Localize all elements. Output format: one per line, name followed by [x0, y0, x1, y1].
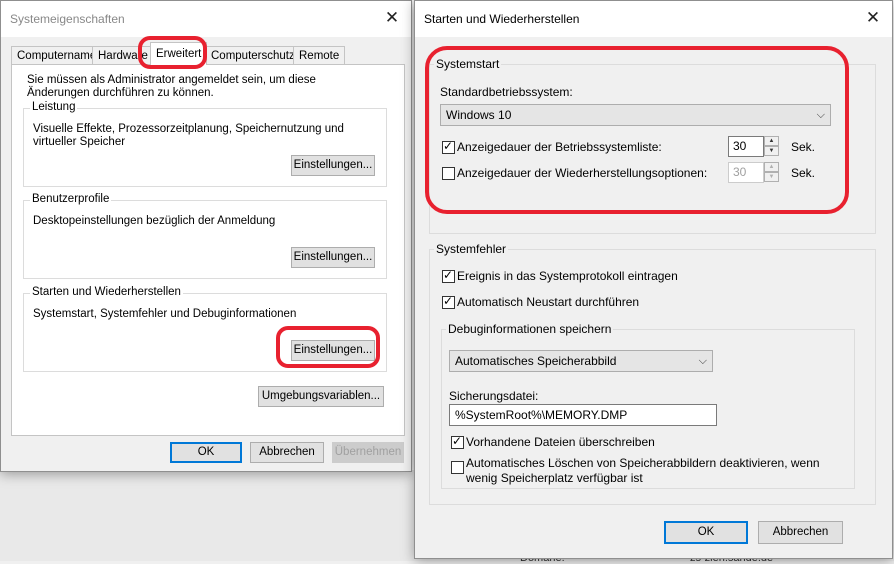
systemstart-group: Systemstart Standardbetriebssystem: Wind… [429, 57, 876, 234]
systemfehler-group: Systemfehler ✓ Ereignis in das Systempro… [429, 242, 876, 505]
disable-auto-delete-label-line2: wenig Speicherplatz verfügbar ist [466, 471, 643, 485]
show-os-list-label: Anzeigedauer der Betriebssystemliste: [457, 140, 662, 154]
performance-settings-button[interactable]: Einstellungen... [291, 155, 375, 176]
systemstart-title: Systemstart [434, 57, 502, 71]
log-event-label: Ereignis in das Systemprotokoll eintrage… [457, 269, 678, 283]
show-os-list-checkbox[interactable]: ✓ [442, 139, 455, 154]
systemfehler-title: Systemfehler [434, 242, 509, 256]
title-bar: Starten und Wiederherstellen ✕ [415, 1, 892, 37]
dialog-title: Starten und Wiederherstellen [424, 12, 580, 26]
overwrite-label: Vorhandene Dateien überschreiben [466, 435, 655, 449]
dump-file-input[interactable]: %SystemRoot%\MEMORY.DMP [449, 404, 717, 426]
group-leistung: Leistung Visuelle Effekte, Prozessorzeit… [23, 101, 387, 187]
profile-settings-button[interactable]: Einstellungen... [291, 247, 375, 268]
checkmark-icon: ✓ [452, 434, 463, 448]
close-icon[interactable]: ✕ [383, 9, 401, 27]
ok-button[interactable]: OK [170, 442, 242, 463]
cancel-button[interactable]: Abbrechen [250, 442, 324, 463]
ok-button[interactable]: OK [664, 521, 748, 544]
cancel-button[interactable]: Abbrechen [758, 521, 843, 544]
environment-variables-button[interactable]: Umgebungsvariablen... [258, 386, 384, 407]
disable-auto-delete-checkbox[interactable] [451, 461, 464, 474]
debug-type-value: Automatisches Speicherabbild [455, 354, 617, 368]
auto-restart-label: Automatisch Neustart durchführen [457, 295, 640, 309]
spinner-down-icon[interactable]: ▼ [764, 172, 779, 182]
auto-restart-checkbox[interactable]: ✓ [442, 294, 455, 309]
group-title: Benutzerprofile [30, 193, 112, 205]
startup-recovery-dialog: Starten und Wiederherstellen ✕ Systemsta… [414, 0, 893, 559]
window-title: Systemeigenschaften [10, 12, 125, 26]
group-description: Desktopeinstellungen bezüglich der Anmel… [33, 215, 276, 227]
show-os-list-seconds-input[interactable]: 30 [728, 136, 764, 157]
checkmark-icon: ✓ [443, 294, 454, 308]
show-os-list-spinner[interactable]: ▲ ▼ [764, 136, 779, 157]
group-title: Starten und Wiederherstellen [30, 286, 183, 298]
spinner-down-icon[interactable]: ▼ [764, 146, 779, 156]
dump-file-label: Sicherungsdatei: [449, 389, 539, 403]
close-icon[interactable]: ✕ [864, 9, 882, 27]
chevron-down-icon: ⌵ [816, 109, 825, 121]
checkmark-icon: ✓ [443, 139, 454, 153]
group-title: Leistung [30, 101, 78, 113]
spinner-up-icon[interactable]: ▲ [764, 162, 779, 172]
show-recovery-seconds-input[interactable]: 30 [728, 162, 764, 183]
tab-hardware[interactable]: Hardware [92, 46, 154, 65]
show-recovery-label: Anzeigedauer der Wiederherstellungsoptio… [457, 166, 708, 180]
system-properties-window: Systemeigenschaften ✕ Computername Hardw… [0, 0, 412, 472]
group-starten-wiederherstellen: Starten und Wiederherstellen Systemstart… [23, 286, 387, 372]
log-event-checkbox[interactable]: ✓ [442, 268, 455, 283]
group-description: Visuelle Effekte, Prozessorzeitplanung, … [33, 123, 344, 148]
default-os-label: Standardbetriebssystem: [440, 85, 573, 99]
show-recovery-checkbox[interactable] [442, 167, 455, 180]
debug-info-group: Debuginformationen speichern Automatisch… [441, 322, 855, 489]
tab-panel-erweitert: Sie müssen als Administrator angemeldet … [11, 64, 405, 436]
checkmark-icon: ✓ [443, 268, 454, 282]
apply-button[interactable]: Übernehmen [332, 442, 404, 463]
show-recovery-spinner[interactable]: ▲ ▼ [764, 162, 779, 183]
title-bar: Systemeigenschaften ✕ [1, 1, 411, 37]
overwrite-checkbox[interactable]: ✓ [451, 434, 464, 449]
spinner-up-icon[interactable]: ▲ [764, 136, 779, 146]
startup-recovery-settings-button[interactable]: Einstellungen... [291, 340, 375, 361]
tab-remote[interactable]: Remote [293, 46, 346, 65]
admin-note: Sie müssen als Administrator angemeldet … [27, 74, 316, 99]
default-os-select[interactable]: Windows 10 ⌵ [440, 104, 831, 126]
tab-computername[interactable]: Computername [11, 46, 103, 65]
group-description: Systemstart, Systemfehler und Debuginfor… [33, 308, 297, 320]
seconds-unit-label: Sek. [791, 166, 816, 180]
chevron-down-icon: ⌵ [698, 355, 707, 367]
tab-erweitert[interactable]: Erweitert [150, 42, 208, 65]
disable-auto-delete-label-line1: Automatisches Löschen von Speicherabbild… [466, 456, 820, 470]
seconds-unit-label: Sek. [791, 140, 816, 154]
default-os-value: Windows 10 [446, 108, 512, 122]
debug-info-title: Debuginformationen speichern [446, 322, 614, 336]
tab-computerschutz[interactable]: Computerschutz [205, 46, 301, 65]
debug-type-select[interactable]: Automatisches Speicherabbild ⌵ [449, 350, 713, 372]
group-benutzerprofile: Benutzerprofile Desktopeinstellungen bez… [23, 193, 387, 279]
